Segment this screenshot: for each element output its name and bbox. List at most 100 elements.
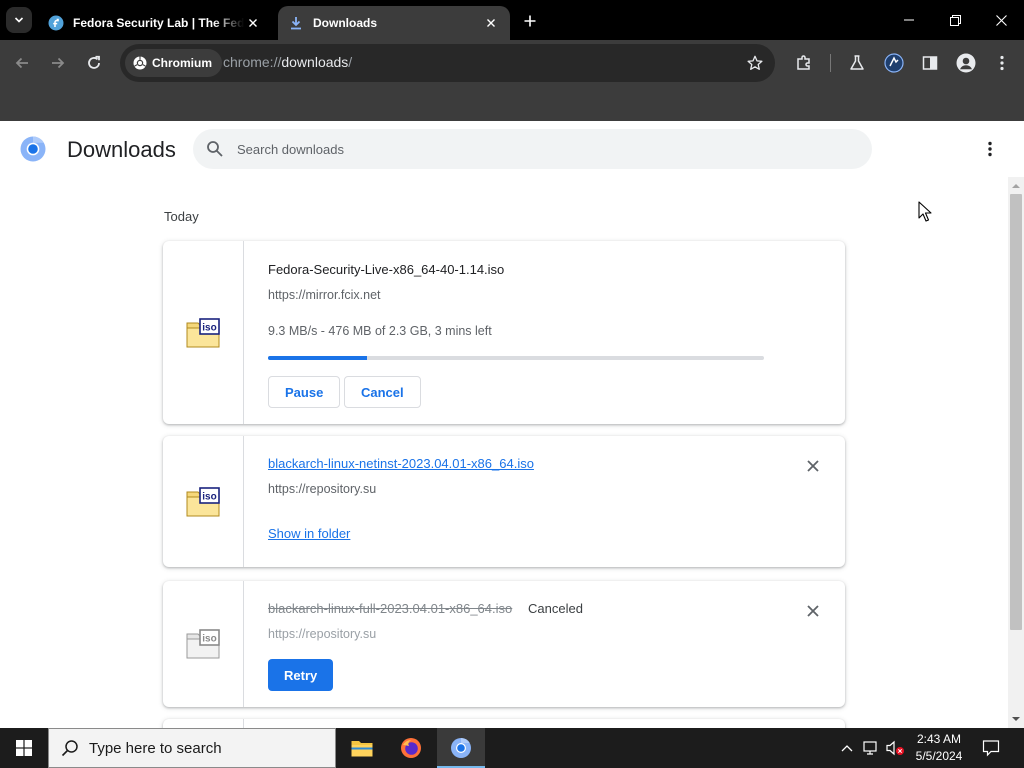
labs-button[interactable]: [846, 52, 868, 74]
tab-title: Fedora Security Lab | The Fedora: [73, 16, 244, 30]
download-item: [163, 719, 845, 728]
show-hidden-icons-button[interactable]: [837, 738, 857, 758]
chromium-icon: [133, 56, 147, 70]
chromium-icon: [451, 737, 471, 758]
cancel-button[interactable]: Cancel: [344, 376, 421, 408]
file-icon-column: iso: [163, 436, 244, 567]
taskbar-search-placeholder: Type here to search: [89, 739, 222, 757]
retry-button[interactable]: Retry: [268, 659, 334, 691]
browser-menu-button[interactable]: [991, 52, 1013, 74]
page-scrollbar[interactable]: [1008, 177, 1024, 728]
clock-time: 2:43 AM: [916, 732, 962, 746]
download-item: iso blackarch-linux-full-2023.04.01-x86_…: [163, 581, 845, 707]
search-icon: [61, 739, 79, 757]
arrow-right-icon: [52, 57, 65, 69]
star-icon: [747, 55, 763, 70]
extensions-button[interactable]: [793, 52, 815, 74]
tab-search-button[interactable]: [6, 7, 32, 33]
taskbar-file-explorer[interactable]: [338, 728, 386, 768]
side-panel-icon: [922, 56, 938, 70]
windows-taskbar: Type here to search 2:43 AM 5/5/2024: [0, 728, 1024, 768]
show-in-folder-link[interactable]: Show in folder: [268, 526, 350, 541]
url-text: chrome://downloads/: [223, 54, 353, 70]
taskbar-chromium[interactable]: [437, 728, 485, 768]
tab-downloads[interactable]: Downloads: [278, 6, 510, 40]
bookmark-star-button[interactable]: [745, 53, 765, 73]
download-status: Canceled: [528, 601, 583, 616]
back-button[interactable]: [10, 51, 34, 75]
search-input[interactable]: [237, 139, 837, 159]
side-panel-button[interactable]: [919, 52, 941, 74]
restore-icon: [949, 14, 961, 26]
puzzle-icon: [797, 55, 810, 70]
chevron-up-icon: [841, 745, 853, 752]
address-bar[interactable]: Chromium chrome://downloads/: [120, 44, 775, 82]
close-tab-icon[interactable]: [482, 14, 500, 32]
avatar-icon: [956, 53, 976, 73]
search-downloads[interactable]: [193, 129, 872, 169]
close-window-button[interactable]: [978, 0, 1024, 40]
site-info-label: Chromium: [152, 56, 212, 70]
iso-file-icon: iso: [186, 629, 220, 659]
restore-button[interactable]: [932, 0, 978, 40]
fedora-icon: [48, 15, 64, 31]
scroll-up-arrow-icon[interactable]: [1012, 182, 1020, 190]
close-icon: [995, 14, 1007, 26]
extension-button[interactable]: [883, 52, 905, 74]
download-icon: [288, 15, 304, 31]
clock-date: 5/5/2024: [915, 749, 963, 763]
more-vertical-icon: [988, 141, 992, 157]
arrow-left-icon: [15, 57, 28, 69]
new-tab-button[interactable]: [518, 9, 542, 33]
volume-button[interactable]: [885, 738, 905, 758]
volume-muted-icon: [886, 740, 904, 756]
toolbar-separator: [830, 54, 831, 72]
taskbar-search-box[interactable]: Type here to search: [48, 728, 336, 768]
tab-fedora-security-lab[interactable]: Fedora Security Lab | The Fedora: [38, 6, 272, 40]
folder-icon: [351, 741, 373, 757]
file-icon-column: [163, 719, 244, 728]
downloads-menu-button[interactable]: [978, 137, 1002, 161]
remove-download-button[interactable]: [803, 601, 823, 621]
reload-button[interactable]: [82, 51, 106, 75]
tab-strip: Fedora Security Lab | The Fedora Downloa…: [0, 0, 1024, 40]
reload-icon: [88, 55, 100, 69]
minimize-icon: [904, 19, 914, 21]
tab-title: Downloads: [313, 16, 378, 30]
notifications-button[interactable]: [980, 738, 1002, 758]
downloads-list: Today iso Fedora-Security-Live-x86_64-40…: [0, 177, 1008, 728]
network-button[interactable]: [861, 738, 881, 758]
bookmark-bar: [0, 86, 1024, 121]
close-icon: [807, 605, 819, 617]
svg-text:iso: iso: [202, 491, 216, 502]
more-vertical-icon: [1000, 55, 1004, 71]
source-url: https://repository.su: [268, 627, 377, 641]
mouse-cursor-icon: [918, 201, 932, 222]
file-icon-column: iso: [163, 241, 244, 424]
download-item: iso Fedora-Security-Live-x86_64-40-1.14.…: [163, 241, 845, 424]
progress-bar: [268, 356, 764, 360]
chromium-logo-icon: [20, 136, 46, 162]
minimize-button[interactable]: [886, 0, 932, 40]
extension-badge-icon: [884, 53, 904, 73]
site-info-chip[interactable]: Chromium: [125, 49, 222, 77]
scroll-down-arrow-icon[interactable]: [1012, 715, 1020, 723]
system-clock[interactable]: 2:43 AM 5/5/2024: [910, 731, 968, 765]
pause-button[interactable]: Pause: [268, 376, 341, 408]
forward-button[interactable]: [46, 51, 70, 75]
file-name: Fedora-Security-Live-x86_64-40-1.14.iso: [268, 262, 505, 277]
date-heading: Today: [164, 209, 199, 224]
file-icon-column: iso: [163, 581, 244, 707]
scrollbar-thumb[interactable]: [1010, 194, 1022, 630]
close-tab-icon[interactable]: [244, 14, 262, 32]
file-name: blackarch-linux-full-2023.04.01-x86_64.i…: [268, 601, 513, 616]
windows-logo-icon: [16, 740, 32, 756]
remove-download-button[interactable]: [803, 456, 823, 476]
profile-button[interactable]: [955, 52, 977, 74]
flask-icon: [850, 55, 864, 70]
browser-toolbar: Chromium chrome://downloads/: [0, 40, 1024, 86]
taskbar-firefox[interactable]: [387, 728, 435, 768]
source-url: https://mirror.fcix.net: [268, 288, 381, 302]
file-name-link[interactable]: blackarch-linux-netinst-2023.04.01-x86_6…: [268, 456, 534, 471]
start-button[interactable]: [0, 728, 48, 768]
